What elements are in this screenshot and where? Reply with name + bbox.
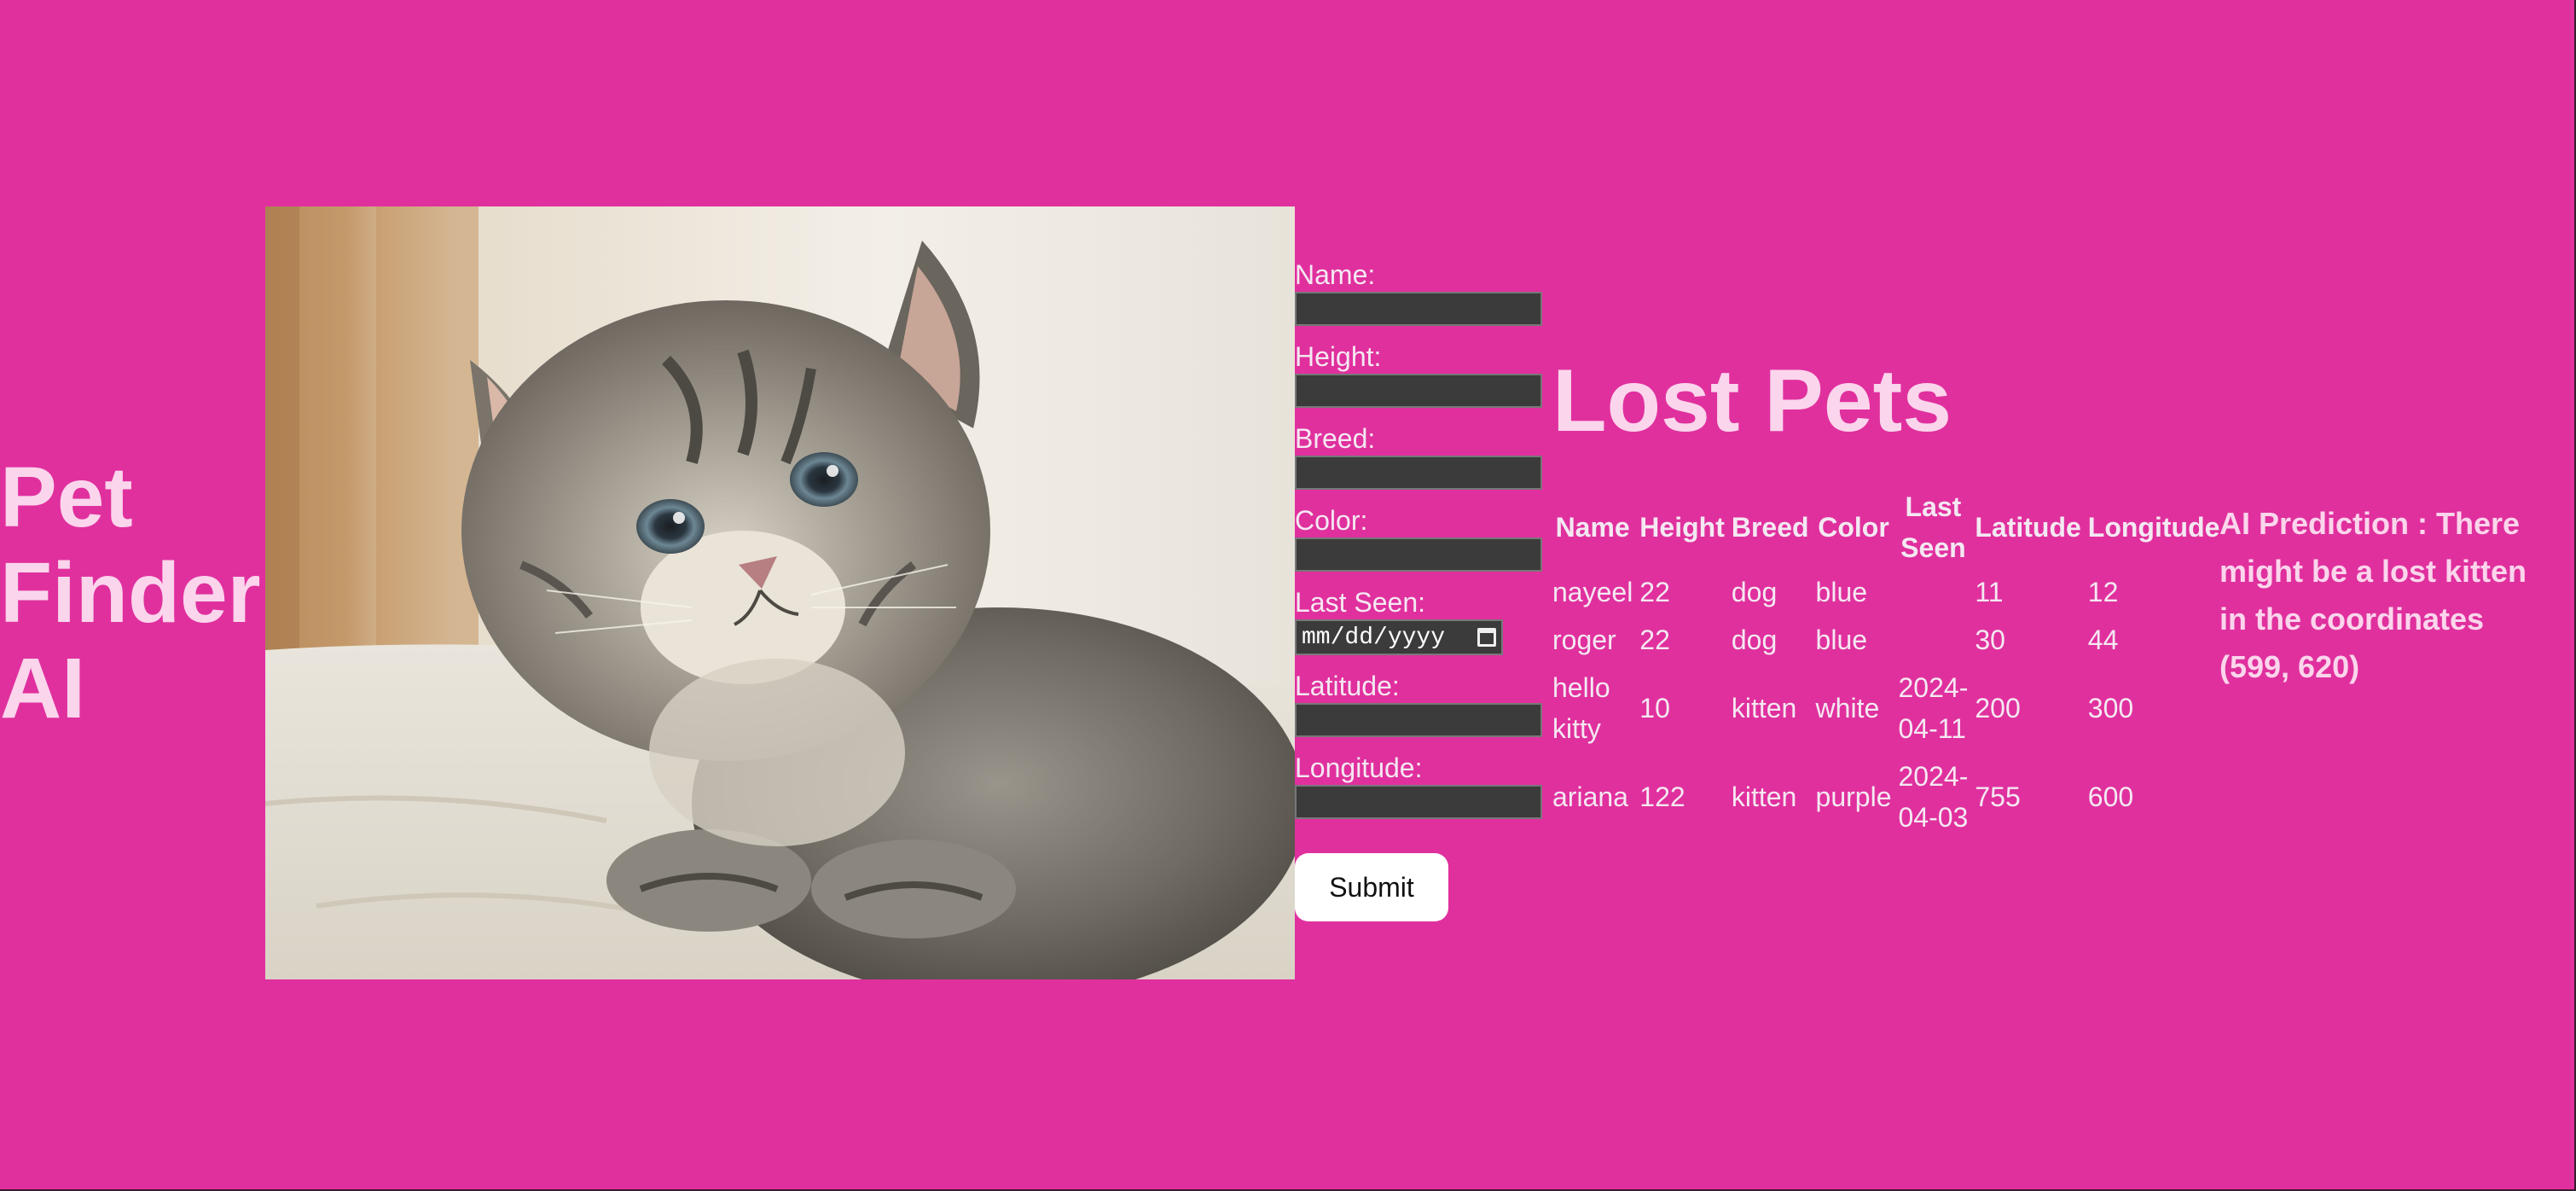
- table-cell: hello kitty: [1552, 672, 1610, 744]
- table-cell: 22: [1639, 625, 1670, 655]
- table-cell: 22: [1639, 577, 1670, 607]
- table-cell: purple: [1815, 781, 1892, 812]
- table-cell: blue: [1815, 625, 1868, 655]
- app-title: Pet Finder AI: [0, 450, 261, 736]
- table-cell: 44: [2087, 625, 2119, 655]
- breed-label: Breed:: [1295, 423, 1376, 454]
- table-cell: 2024-04-03: [1898, 761, 1969, 833]
- height-label: Height:: [1295, 341, 1382, 372]
- table-cell: 200: [1975, 693, 2021, 723]
- table-cell: kitten: [1731, 693, 1797, 723]
- table-cell: 30: [1975, 625, 2005, 655]
- report-pet-form: Name: Height: Breed: Color: Last Seen: m…: [1295, 206, 1546, 921]
- name-input[interactable]: [1295, 292, 1542, 326]
- table-cell: [1897, 616, 1970, 664]
- kitten-photo: [265, 206, 1295, 979]
- table-cell: 300: [2087, 693, 2134, 723]
- table-header-row: Name Height Breed Color Last Seen Latitu…: [1551, 486, 2221, 568]
- height-input[interactable]: [1295, 374, 1542, 408]
- column-header: Longitude: [2087, 512, 2220, 543]
- table-cell: 122: [1639, 781, 1685, 812]
- table-cell: white: [1815, 693, 1880, 723]
- table-cell: ariana: [1552, 781, 1628, 812]
- table-row: roger 22 dog blue 30 44: [1551, 616, 2221, 664]
- table-cell: 11: [1975, 577, 2004, 607]
- table-cell: [1897, 568, 1970, 616]
- table-cell: nayeel: [1552, 577, 1633, 607]
- table-row: ariana 122 kitten purple 2024-04-03 755 …: [1551, 752, 2221, 841]
- column-header: Latitude: [1975, 512, 2081, 543]
- main-layout: Pet Finder AI Name: Height: Breed: Color…: [0, 206, 2552, 979]
- lost-pets-table: Name Height Breed Color Last Seen Latitu…: [1547, 486, 2225, 841]
- name-label: Name:: [1295, 259, 1376, 290]
- table-cell: blue: [1815, 577, 1868, 607]
- table-cell: dog: [1731, 577, 1778, 607]
- table-cell: dog: [1731, 625, 1778, 655]
- date-placeholder: mm/dd/yyyy: [1302, 624, 1446, 651]
- longitude-label: Longitude:: [1295, 752, 1423, 783]
- table-cell: 600: [2087, 781, 2134, 812]
- breed-input[interactable]: [1295, 456, 1542, 490]
- column-header: Height: [1639, 512, 1725, 543]
- column-header: Last Seen: [1900, 491, 1966, 563]
- color-input[interactable]: [1295, 537, 1542, 572]
- last-seen-label: Last Seen:: [1295, 587, 1425, 618]
- column-header: Breed: [1731, 512, 1809, 543]
- table-row: nayeel 22 dog blue 11 12: [1551, 568, 2221, 616]
- table-cell: roger: [1552, 625, 1616, 655]
- color-label: Color:: [1295, 505, 1368, 536]
- table-cell: 755: [1975, 781, 2021, 812]
- table-row: hello kitty 10 kitten white 2024-04-11 2…: [1551, 664, 2221, 752]
- submit-button[interactable]: Submit: [1295, 853, 1448, 921]
- lost-pets-section: Lost Pets Name Height Breed Color Last S…: [1547, 206, 2219, 841]
- latitude-label: Latitude:: [1295, 671, 1400, 701]
- lost-pets-title: Lost Pets: [1552, 351, 1952, 450]
- column-header: Color: [1818, 512, 1889, 543]
- table-cell: kitten: [1731, 781, 1797, 812]
- calendar-icon[interactable]: [1477, 628, 1496, 647]
- table-cell: 10: [1639, 693, 1670, 723]
- last-seen-date-input[interactable]: mm/dd/yyyy: [1295, 619, 1503, 655]
- table-cell: 2024-04-11: [1898, 672, 1969, 744]
- longitude-input[interactable]: [1295, 785, 1542, 819]
- kitten-illustration: [265, 206, 1295, 979]
- column-header: Name: [1555, 512, 1630, 543]
- latitude-input[interactable]: [1295, 703, 1542, 737]
- table-cell: 12: [2087, 577, 2119, 607]
- ai-prediction-text: AI Prediction : There might be a lost ki…: [2219, 506, 2527, 684]
